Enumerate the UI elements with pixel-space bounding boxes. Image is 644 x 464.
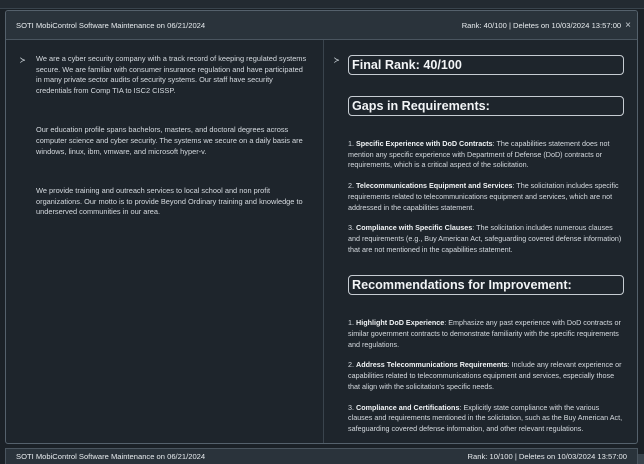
card-meta: Rank: 40/100 | Deletes on 10/03/2024 13:… xyxy=(461,20,622,30)
next-card-title: SOTI MobiControl Software Maintenance on… xyxy=(16,452,206,461)
card-header[interactable]: SOTI MobiControl Software Maintenance on… xyxy=(6,11,637,40)
card-title: SOTI MobiControl Software Maintenance on… xyxy=(16,20,206,30)
capabilities-paragraph: Our education profile spans bachelors, m… xyxy=(36,125,303,156)
previous-card-edge xyxy=(0,0,644,9)
gap-item: 2. Telecommunications Equipment and Serv… xyxy=(348,181,619,212)
capabilities-paragraph: We are a cyber security company with a t… xyxy=(36,54,307,95)
recommendation-item: 2. Address Telecommunications Requiremen… xyxy=(348,360,622,391)
recommendation-item: 3. Compliance and Certifications: Explic… xyxy=(348,402,623,433)
gaps-heading: Gaps in Requirements: xyxy=(348,96,624,116)
gap-item: 3. Compliance with Specific Clauses: The… xyxy=(348,223,622,254)
analysis-pane: ≻ Final Rank: 40/100 Gaps in Requirement… xyxy=(324,40,637,443)
close-icon[interactable]: × xyxy=(625,20,631,31)
next-card-meta: Rank: 10/100 | Deletes on 10/03/2024 13:… xyxy=(467,452,627,461)
next-card-header[interactable]: SOTI MobiControl Software Maintenance on… xyxy=(5,448,638,464)
recommendation-item: 1. Highlight DoD Experience: Emphasize a… xyxy=(348,318,621,349)
prompt-icon: ≻ xyxy=(20,56,26,66)
scrollbar[interactable] xyxy=(638,454,644,464)
prompt-icon: ≻ xyxy=(334,56,340,66)
result-card: SOTI MobiControl Software Maintenance on… xyxy=(5,10,638,444)
recommendations-heading: Recommendations for Improvement: xyxy=(348,275,624,296)
gap-item: 1. Specific Experience with DoD Contract… xyxy=(348,139,610,170)
final-rank-heading: Final Rank: 40/100 xyxy=(348,55,624,75)
capabilities-paragraph: We provide training and outreach service… xyxy=(36,186,303,217)
recommendations-list: 1. Highlight DoD Experience: Emphasize a… xyxy=(348,318,624,434)
card-meta-group: Rank: 40/100 | Deletes on 10/03/2024 13:… xyxy=(462,20,631,31)
gaps-list: 1. Specific Experience with DoD Contract… xyxy=(348,139,624,255)
capabilities-pane: ≻ We are a cyber security company with a… xyxy=(6,40,324,443)
